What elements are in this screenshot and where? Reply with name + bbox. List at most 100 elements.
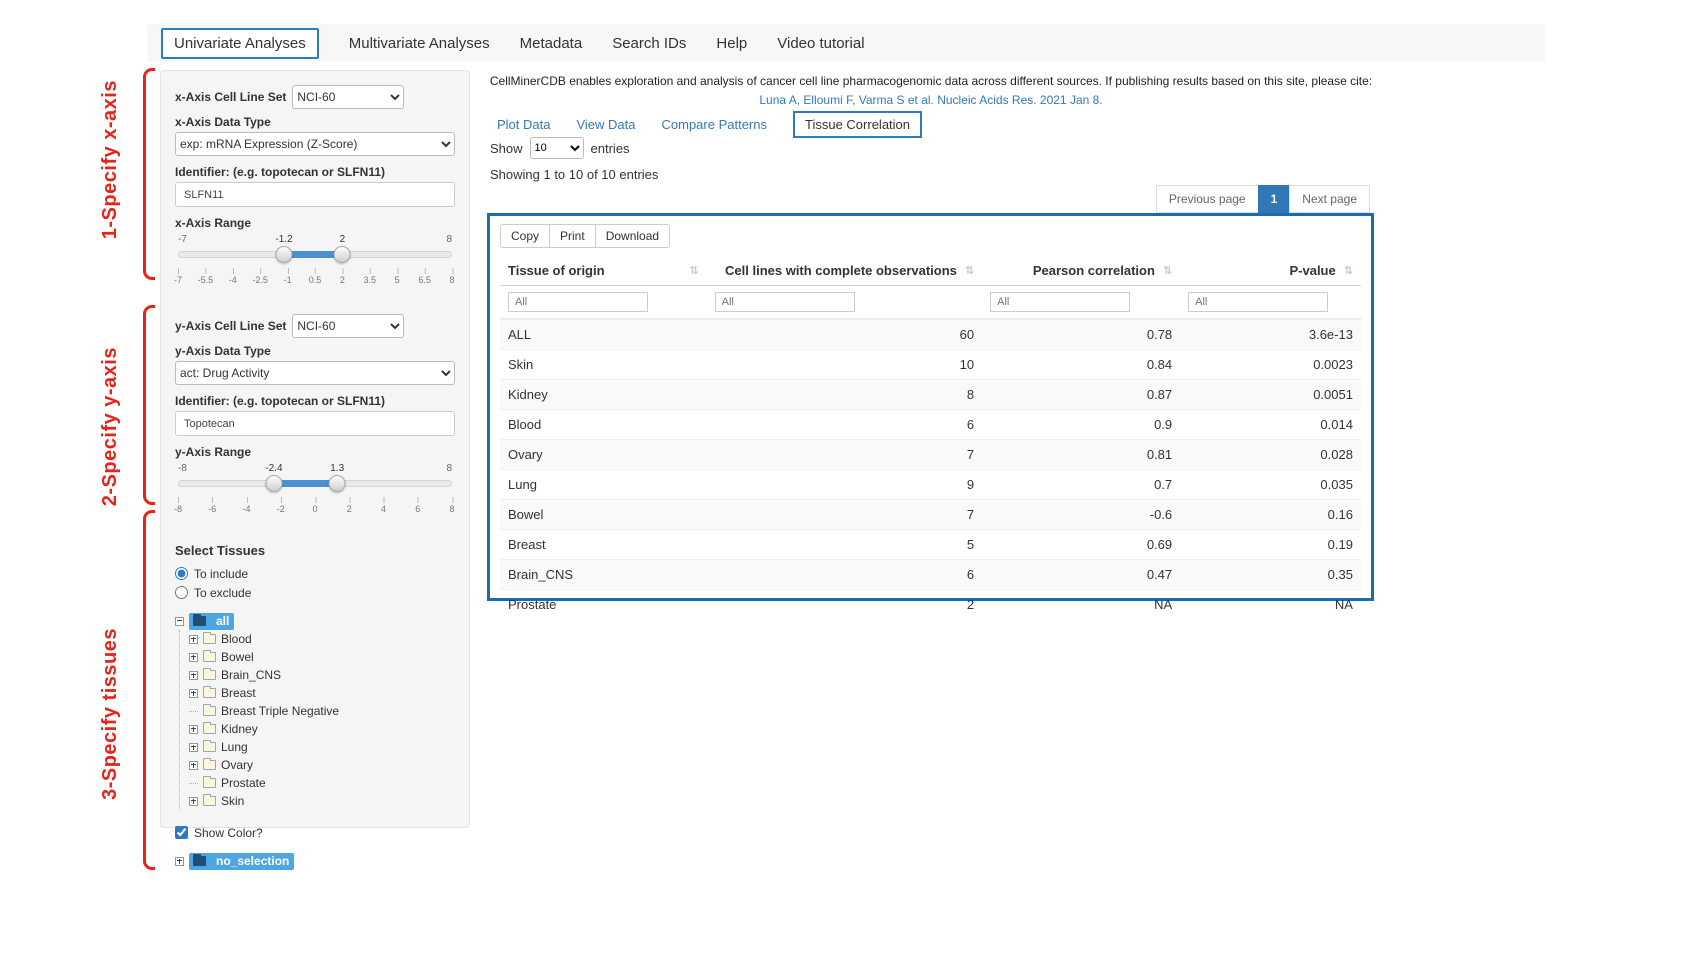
x-axis-range-slider[interactable]: -7 8 -1.2 2 -7 -5.5 -4 -2.5 -1 0.5 2 3.5… (178, 234, 452, 294)
sort-icon[interactable]: ⇅ (689, 264, 698, 277)
expand-icon[interactable] (189, 797, 198, 806)
x-identifier-input[interactable] (175, 182, 455, 207)
tree-node-all-selection[interactable]: all (189, 613, 234, 630)
tree-node-label[interactable]: Breast Triple Negative (221, 704, 339, 718)
tree-children: Blood Bowel Brain_CNS Breast (179, 630, 455, 810)
tree-node-prostate[interactable]: Prostate (189, 774, 455, 792)
x-data-type-select[interactable]: exp: mRNA Expression (Z-Score) (175, 132, 455, 156)
table-row[interactable]: Breast 5 0.69 0.19 (500, 529, 1361, 559)
to-include-radio[interactable] (175, 567, 188, 580)
to-exclude-radio[interactable] (175, 586, 188, 599)
tree-node-brain-cns[interactable]: Brain_CNS (189, 666, 455, 684)
tree-node-blood[interactable]: Blood (189, 630, 455, 648)
table-header-row: Tissue of origin ⇅ Cell lines with compl… (500, 256, 1361, 286)
tree-node-label[interactable]: Brain_CNS (221, 668, 281, 682)
tree-node-label[interactable]: Skin (221, 794, 244, 808)
x-slider-max-label: 8 (446, 234, 452, 245)
x-slider-tick: -7 (174, 275, 182, 285)
tree-node-label[interactable]: Prostate (221, 776, 266, 790)
select-tissues-title: Select Tissues (175, 543, 455, 558)
tree-node-no-selection[interactable]: no_selection (175, 852, 455, 870)
expand-icon[interactable] (189, 689, 198, 698)
y-slider-handle-to[interactable] (329, 475, 346, 492)
x-slider-handle-from[interactable] (276, 246, 293, 263)
tree-node-label[interactable]: Lung (221, 740, 248, 754)
pagination: Previous page 1 Next page (1157, 185, 1370, 213)
cell-lines-filter-input[interactable] (715, 292, 855, 312)
table-row[interactable]: Lung 9 0.7 0.035 (500, 469, 1361, 499)
tree-node-no-selection-selection[interactable]: no_selection (189, 853, 294, 870)
subtab-view-data[interactable]: View Data (576, 117, 635, 132)
x-slider-tick: 3.5 (364, 275, 377, 285)
column-header-pvalue[interactable]: P-value ⇅ (1180, 256, 1361, 285)
table-row[interactable]: Skin 10 0.84 0.0023 (500, 349, 1361, 379)
tissue-cell: Lung (500, 470, 707, 499)
tab-metadata[interactable]: Metadata (520, 35, 583, 52)
expand-icon[interactable] (189, 743, 198, 752)
table-row[interactable]: Prostate 2 NA NA (500, 589, 1361, 619)
table-row[interactable]: Ovary 7 0.81 0.028 (500, 439, 1361, 469)
download-button[interactable]: Download (595, 224, 670, 248)
entries-per-page-select[interactable]: 10 (530, 137, 584, 159)
x-cell-line-set-select[interactable]: NCI-60 (292, 85, 404, 109)
tree-node-label[interactable]: Bowel (221, 650, 254, 664)
tree-node-all[interactable]: all (175, 612, 455, 630)
tree-node-label[interactable]: Kidney (221, 722, 258, 736)
tree-node-bowel[interactable]: Bowel (189, 648, 455, 666)
x-slider-handle-to[interactable] (334, 246, 351, 263)
column-header-tissue[interactable]: Tissue of origin ⇅ (500, 256, 707, 285)
show-color-label: Show Color? (194, 826, 263, 840)
table-row[interactable]: Bowel 7 -0.6 0.16 (500, 499, 1361, 529)
tab-search-ids[interactable]: Search IDs (612, 35, 686, 52)
y-identifier-input[interactable] (175, 411, 455, 436)
expand-icon[interactable] (189, 671, 198, 680)
tab-univariate-analyses[interactable]: Univariate Analyses (161, 28, 319, 59)
tree-node-breast-triple-negative[interactable]: Breast Triple Negative (189, 702, 455, 720)
subtab-compare-patterns[interactable]: Compare Patterns (662, 117, 768, 132)
tree-node-skin[interactable]: Skin (189, 792, 455, 810)
table-row[interactable]: Kidney 8 0.87 0.0051 (500, 379, 1361, 409)
tree-node-lung[interactable]: Lung (189, 738, 455, 756)
y-slider-from-label: -2.4 (265, 463, 282, 474)
print-button[interactable]: Print (549, 224, 596, 248)
tab-help[interactable]: Help (716, 35, 747, 52)
y-slider-min-label: -8 (178, 463, 187, 474)
table-row[interactable]: Brain_CNS 6 0.47 0.35 (500, 559, 1361, 589)
subtab-plot-data[interactable]: Plot Data (497, 117, 550, 132)
tree-node-kidney[interactable]: Kidney (189, 720, 455, 738)
y-axis-range-slider[interactable]: -8 8 -2.4 1.3 -8 -6 -4 -2 0 2 4 6 8 (178, 463, 452, 523)
expand-icon[interactable] (189, 725, 198, 734)
tree-node-ovary[interactable]: Ovary (189, 756, 455, 774)
y-slider-handle-from[interactable] (265, 475, 282, 492)
expand-icon[interactable] (175, 857, 184, 866)
sort-icon[interactable]: ⇅ (1163, 264, 1172, 277)
previous-page-button[interactable]: Previous page (1156, 185, 1259, 213)
table-row[interactable]: Blood 6 0.9 0.014 (500, 409, 1361, 439)
table-row[interactable]: ALL 60 0.78 3.6e-13 (500, 319, 1361, 349)
column-header-cell-lines[interactable]: Cell lines with complete observations ⇅ (707, 256, 983, 285)
citation-link[interactable]: Luna A, Elloumi F, Varma S et al. Nuclei… (487, 91, 1375, 110)
tree-node-label[interactable]: Breast (221, 686, 256, 700)
tissue-filter-input[interactable] (508, 292, 648, 312)
tab-multivariate-analyses[interactable]: Multivariate Analyses (349, 35, 490, 52)
tree-node-breast[interactable]: Breast (189, 684, 455, 702)
next-page-button[interactable]: Next page (1289, 185, 1370, 213)
subtab-tissue-correlation[interactable]: Tissue Correlation (793, 111, 922, 138)
sort-icon[interactable]: ⇅ (1344, 264, 1353, 277)
pearson-filter-input[interactable] (990, 292, 1130, 312)
pvalue-filter-input[interactable] (1188, 292, 1328, 312)
tree-node-label[interactable]: Ovary (221, 758, 253, 772)
show-color-checkbox[interactable] (175, 826, 188, 839)
y-data-type-select[interactable]: act: Drug Activity (175, 361, 455, 385)
expand-icon[interactable] (189, 761, 198, 770)
sort-icon[interactable]: ⇅ (965, 264, 974, 277)
copy-button[interactable]: Copy (500, 224, 550, 248)
y-cell-line-set-select[interactable]: NCI-60 (292, 314, 404, 338)
tab-video-tutorial[interactable]: Video tutorial (777, 35, 864, 52)
tree-node-label[interactable]: Blood (221, 632, 252, 646)
column-header-pearson[interactable]: Pearson correlation ⇅ (982, 256, 1180, 285)
collapse-icon[interactable] (175, 617, 184, 626)
page-1-button[interactable]: 1 (1258, 185, 1291, 213)
expand-icon[interactable] (189, 653, 198, 662)
expand-icon[interactable] (189, 635, 198, 644)
